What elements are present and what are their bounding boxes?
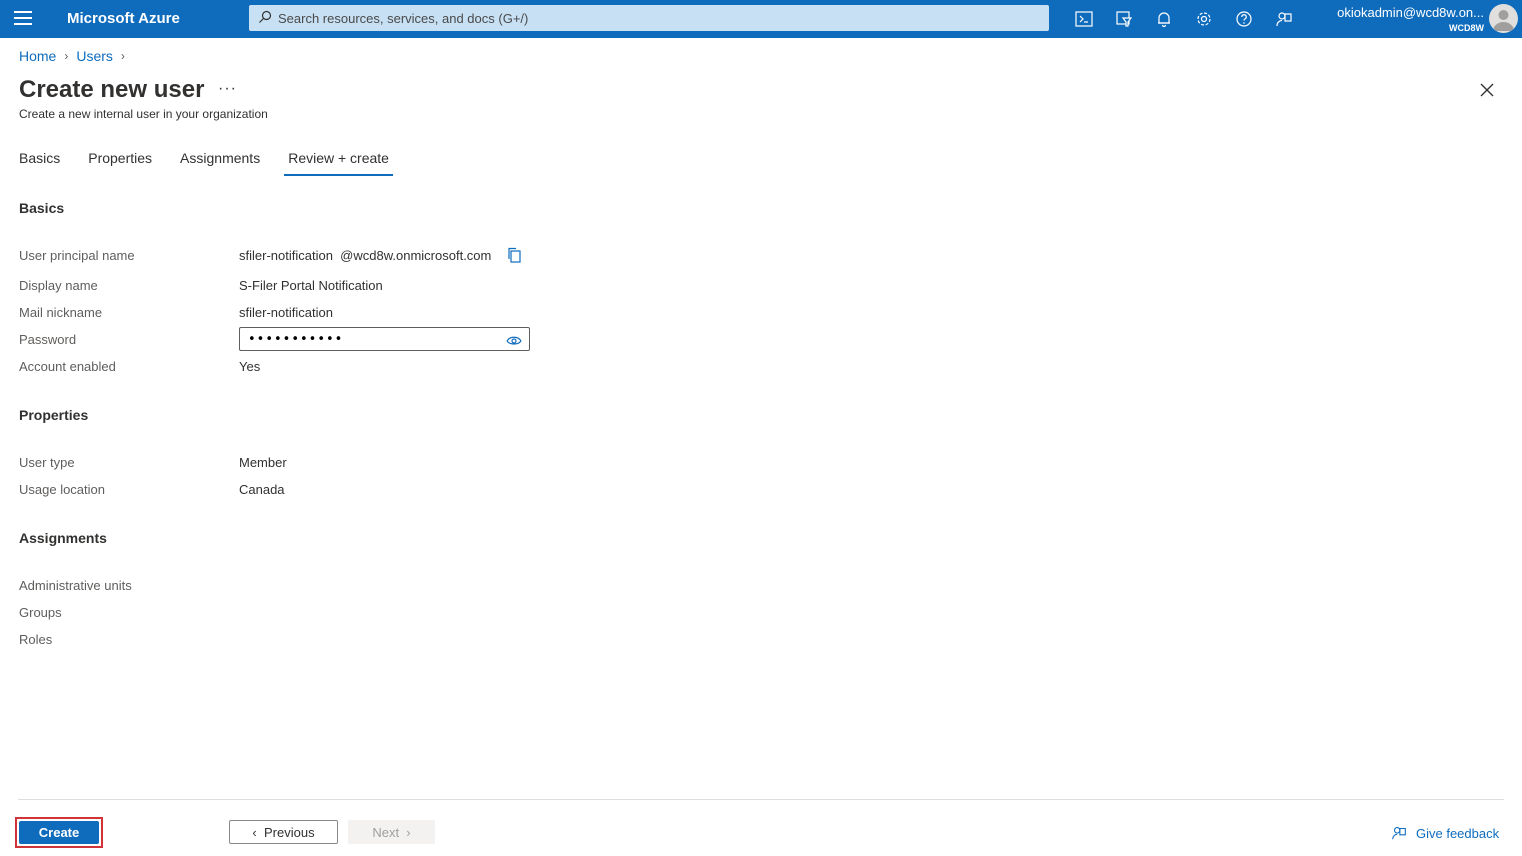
page-title: Create new user [19,76,205,103]
breadcrumb-users[interactable]: Users [76,48,113,64]
password-input[interactable] [248,330,498,348]
section-properties-heading: Properties [19,407,89,423]
tab-basics[interactable]: Basics [19,150,60,176]
settings-icon[interactable] [1194,9,1214,29]
groups-label: Groups [19,605,62,620]
more-options-button[interactable]: ··· [218,80,237,98]
menu-icon[interactable] [14,11,32,27]
mail-nickname-label: Mail nickname [19,305,103,320]
account-menu[interactable]: okiokadmin@wcd8w.on... WCD8W [1337,5,1484,34]
feedback-icon [1392,827,1406,840]
cloud-shell-icon[interactable] [1074,9,1094,29]
account-enabled-label: Account enabled [19,359,116,374]
footer-divider [18,799,1504,800]
wizard-tabs: Basics Properties Assignments Review + c… [19,150,417,176]
top-bar: Microsoft Azure okiokadmin@wcd8w.on... W… [0,0,1522,38]
tab-review-create[interactable]: Review + create [284,150,393,176]
chevron-right-icon: › [64,49,69,63]
breadcrumb: Home › Users › [19,48,133,64]
brand-title[interactable]: Microsoft Azure [67,10,180,27]
breadcrumb-home[interactable]: Home [19,48,56,64]
chevron-right-icon: › [120,49,125,63]
user-type-label: User type [19,455,75,470]
chevron-left-icon: ‹ [252,824,264,840]
next-label: Next [372,824,400,840]
previous-label: Previous [263,824,315,840]
create-button[interactable]: Create [19,821,99,844]
section-assignments-heading: Assignments [19,530,107,546]
user-type-value: Member [239,455,287,470]
eye-icon[interactable] [506,335,522,346]
usage-location-value: Canada [239,482,285,497]
account-enabled-value: Yes [239,359,261,374]
password-label: Password [19,332,77,347]
search-icon [259,10,272,23]
help-icon[interactable] [1234,9,1254,29]
user-avatar-icon [1493,10,1514,31]
account-tenant: WCD8W [1449,23,1484,33]
notifications-icon[interactable] [1154,9,1174,29]
upn-username: sfiler-notification [239,248,333,263]
global-search[interactable] [249,5,1049,31]
admin-units-label: Administrative units [19,578,132,593]
give-feedback-link[interactable]: Give feedback [1390,824,1499,842]
avatar[interactable] [1489,4,1518,33]
password-field[interactable] [239,327,530,351]
create-button-highlight: Create [15,817,103,848]
upn-value: sfiler-notification @wcd8w.onmicrosoft.c… [239,248,491,263]
give-feedback-label: Give feedback [1416,825,1500,841]
page-subtitle: Create a new internal user in your organ… [19,107,268,121]
next-button: Next › [348,820,435,844]
search-input[interactable] [278,5,1038,31]
directory-filter-icon[interactable] [1114,9,1134,29]
feedback-icon[interactable] [1274,9,1294,29]
usage-location-label: Usage location [19,482,105,497]
copy-icon[interactable] [506,247,522,263]
mail-nickname-value: sfiler-notification [239,305,333,320]
tab-properties[interactable]: Properties [88,150,152,176]
upn-domain: @wcd8w.onmicrosoft.com [340,248,492,263]
display-name-label: Display name [19,278,98,293]
account-email: okiokadmin@wcd8w.on... [1337,5,1484,20]
section-basics-heading: Basics [19,200,65,216]
upn-label: User principal name [19,248,135,263]
chevron-right-icon: › [399,824,411,840]
tab-assignments[interactable]: Assignments [180,150,260,176]
previous-button[interactable]: ‹ Previous [229,820,338,844]
display-name-value: S-Filer Portal Notification [239,278,383,293]
roles-label: Roles [19,632,53,647]
close-icon[interactable] [1479,82,1495,98]
